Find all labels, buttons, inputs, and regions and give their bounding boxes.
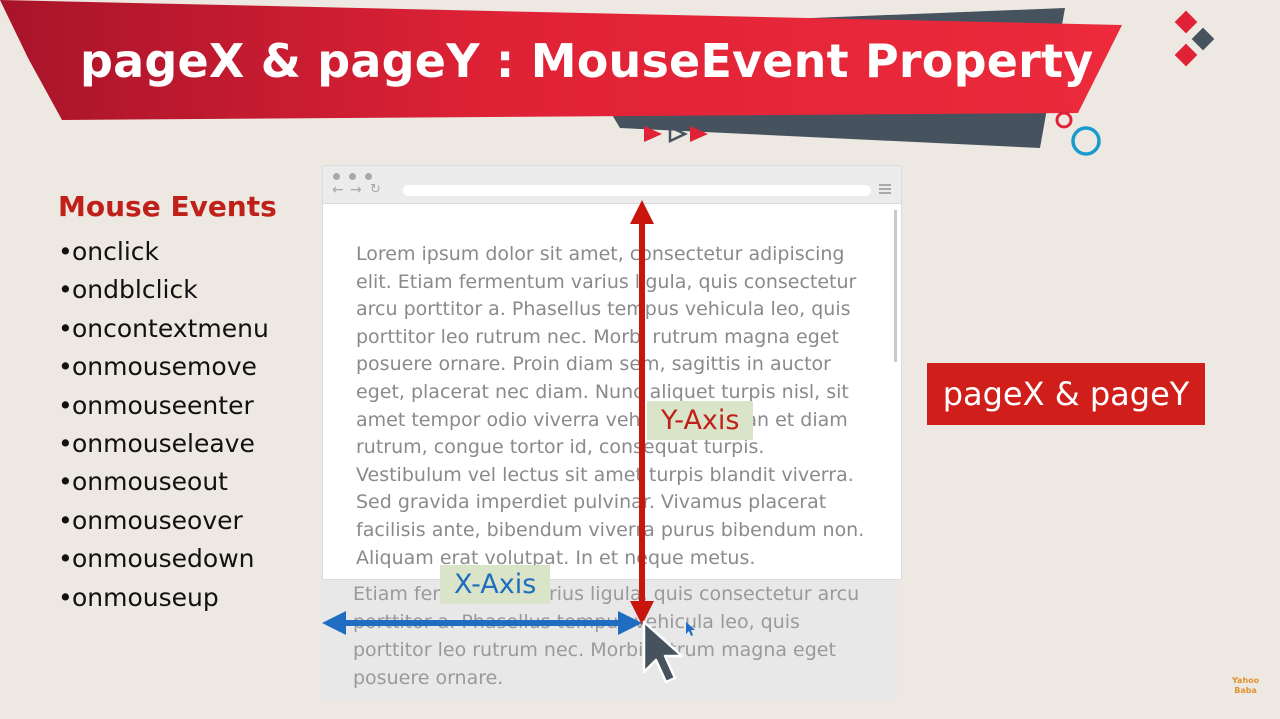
small-cursor-icon (686, 622, 695, 636)
y-axis-label: Y-Axis (647, 401, 754, 440)
x-axis-arrow (322, 611, 642, 635)
channel-logo: Yahoo Baba (1232, 676, 1259, 696)
mouse-cursor-icon (642, 620, 684, 684)
x-axis-label: X-Axis (440, 565, 551, 604)
logo-line-2: Baba (1234, 686, 1257, 695)
logo-line-1: Yahoo (1232, 676, 1260, 685)
axis-arrows-overlay (322, 200, 695, 684)
pagex-pagey-badge: pageX & pageY (927, 363, 1205, 425)
